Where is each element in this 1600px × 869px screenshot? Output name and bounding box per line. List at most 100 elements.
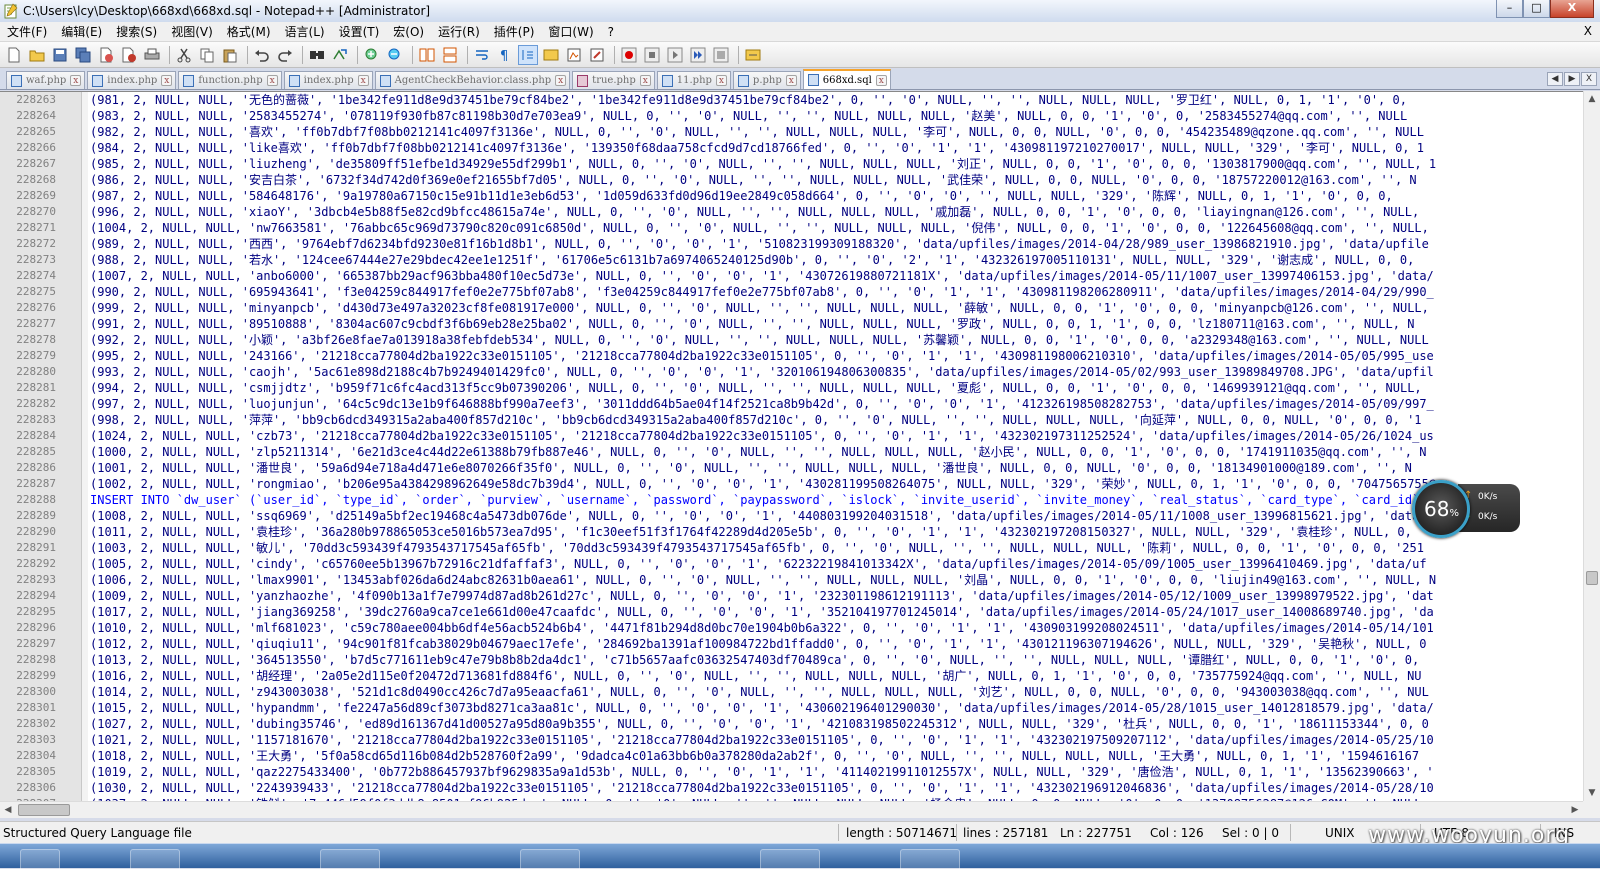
code-line[interactable]: 228281 (994, 2, NULL, NULL, 'csmjjdtz', '… <box>0 380 1580 396</box>
taskbar-app-button[interactable] <box>760 849 820 869</box>
find-icon[interactable] <box>307 45 327 65</box>
close-window-button[interactable]: X <box>1550 0 1594 18</box>
tab-close-icon[interactable]: x <box>639 75 651 86</box>
code-line[interactable]: 228286 (1001, 2, NULL, NULL, '潘世良', '59a6… <box>0 460 1580 476</box>
doc-map-icon[interactable] <box>564 45 584 65</box>
tab-next-button[interactable]: ▶ <box>1564 72 1580 86</box>
taskbar-app-button[interactable] <box>520 849 580 869</box>
close-all-icon[interactable] <box>119 45 139 65</box>
save-macro-icon[interactable] <box>711 45 731 65</box>
tab-close-icon[interactable]: x <box>715 75 727 86</box>
menu-view[interactable]: 视图(V) <box>164 23 220 40</box>
horizontal-scrollbar[interactable]: ◀ ▶ <box>0 801 1583 818</box>
save-icon[interactable] <box>50 45 70 65</box>
copy-icon[interactable] <box>197 45 217 65</box>
cut-icon[interactable] <box>174 45 194 65</box>
code-line[interactable]: 228302 (1027, 2, NULL, NULL, 'dubing35746… <box>0 716 1580 732</box>
code-line[interactable]: 228298 (1013, 2, NULL, NULL, '364513550',… <box>0 652 1580 668</box>
minimize-button[interactable]: – <box>1496 0 1523 18</box>
tab-close-icon[interactable]: x <box>555 75 567 86</box>
code-line[interactable]: 228277 (991, 2, NULL, NULL, '89510888', '… <box>0 316 1580 332</box>
save-all-icon[interactable] <box>73 45 93 65</box>
code-line[interactable]: 228269 (987, 2, NULL, NULL, '584648176', … <box>0 188 1580 204</box>
menu-macro[interactable]: 宏(O) <box>386 23 431 40</box>
code-line[interactable]: 228289 (1008, 2, NULL, NULL, 'ssq6969', '… <box>0 508 1580 524</box>
menu-window[interactable]: 窗口(W) <box>541 23 600 40</box>
tab-close-button[interactable]: X <box>1581 72 1597 86</box>
taskbar-app-button[interactable] <box>320 849 380 869</box>
menu-help[interactable]: ? <box>601 25 621 39</box>
record-macro-icon[interactable] <box>619 45 639 65</box>
scroll-left-icon[interactable]: ◀ <box>0 802 16 818</box>
restore-button[interactable]: □ <box>1523 0 1550 18</box>
code-line[interactable]: 228296 (1010, 2, NULL, NULL, 'mlf681023',… <box>0 620 1580 636</box>
close-file-icon[interactable] <box>96 45 116 65</box>
tab-waf-php[interactable]: waf.php x <box>6 71 86 89</box>
vertical-scroll-thumb[interactable] <box>1586 571 1598 585</box>
zoom-out-icon[interactable] <box>385 45 405 65</box>
menu-search[interactable]: 搜索(S) <box>109 23 164 40</box>
code-line[interactable]: 228263 (981, 2, NULL, NULL, '无色的蔷薇', '1be… <box>0 92 1580 108</box>
code-line[interactable]: 228268 (986, 2, NULL, NULL, '安吉白茶', '6732… <box>0 172 1580 188</box>
paste-icon[interactable] <box>220 45 240 65</box>
code-line[interactable]: 228280 (993, 2, NULL, NULL, 'caojh', '5ac… <box>0 364 1580 380</box>
code-line[interactable]: 228292 (1005, 2, NULL, NULL, 'cindy', 'c6… <box>0 556 1580 572</box>
code-line[interactable]: 228287 (1002, 2, NULL, NULL, 'rongmiao', … <box>0 476 1580 492</box>
code-line[interactable]: 228306 (1030, 2, NULL, NULL, '2243939433'… <box>0 780 1580 796</box>
code-line[interactable]: 228266 (984, 2, NULL, NULL, 'like喜欢', 'ff… <box>0 140 1580 156</box>
code-line[interactable]: 228273 (988, 2, NULL, NULL, '若水', '124cee… <box>0 252 1580 268</box>
tab-close-icon[interactable]: x <box>161 75 173 86</box>
function-list-icon[interactable] <box>587 45 607 65</box>
scroll-right-icon[interactable]: ▶ <box>1567 802 1583 818</box>
tab-index-php-2[interactable]: index.php x <box>283 71 373 89</box>
code-line[interactable]: 228283 (998, 2, NULL, NULL, '萍萍', 'bb9cb6… <box>0 412 1580 428</box>
code-line[interactable]: 228295 (1017, 2, NULL, NULL, 'jiang369258… <box>0 604 1580 620</box>
tab-agentcheckbehavior[interactable]: AgentCheckBehavior.class.php x <box>374 71 571 89</box>
tab-prev-button[interactable]: ◀ <box>1547 72 1563 86</box>
code-line[interactable]: 228282 (997, 2, NULL, NULL, 'luojunjun', … <box>0 396 1580 412</box>
code-line[interactable]: 228264 (983, 2, NULL, NULL, '2583455274',… <box>0 108 1580 124</box>
start-orb-icon[interactable] <box>20 849 60 869</box>
code-line[interactable]: 228297 (1012, 2, NULL, NULL, 'qiuqiu11', … <box>0 636 1580 652</box>
editor-pane[interactable]: 228263 (981, 2, NULL, NULL, '无色的蔷薇', '1be… <box>0 91 1600 801</box>
menu-settings[interactable]: 设置(T) <box>332 23 387 40</box>
zoom-in-icon[interactable] <box>362 45 382 65</box>
sync-vertical-icon[interactable] <box>417 45 437 65</box>
tab-close-icon[interactable]: x <box>70 75 82 86</box>
redo-icon[interactable] <box>275 45 295 65</box>
code-line[interactable]: 228294 (1009, 2, NULL, NULL, 'yanzhaozhe'… <box>0 588 1580 604</box>
code-line[interactable]: 228272 (989, 2, NULL, NULL, '西西', '9764eb… <box>0 236 1580 252</box>
sync-horizontal-icon[interactable] <box>440 45 460 65</box>
menu-run[interactable]: 运行(R) <box>431 23 487 40</box>
code-line[interactable]: 228291 (1003, 2, NULL, NULL, '敏儿', '70dd3… <box>0 540 1580 556</box>
horizontal-scroll-thumb[interactable] <box>18 804 70 816</box>
spellcheck-icon[interactable] <box>743 45 763 65</box>
tab-668xd-sql[interactable]: 668xd.sql x <box>802 69 891 89</box>
code-line[interactable]: 228265 (982, 2, NULL, NULL, '喜欢', 'ff0b7d… <box>0 124 1580 140</box>
code-line[interactable]: 228285 (1000, 2, NULL, NULL, 'zlp5211314'… <box>0 444 1580 460</box>
code-line[interactable]: 228278 (992, 2, NULL, NULL, '小颖', 'a3bf26… <box>0 332 1580 348</box>
code-line[interactable]: 228301 (1015, 2, NULL, NULL, 'hypandmm', … <box>0 700 1580 716</box>
tab-11-php[interactable]: 11.php x <box>656 71 731 89</box>
tab-function-php[interactable]: function.php x <box>178 71 282 89</box>
tab-close-icon[interactable]: x <box>785 75 797 86</box>
code-line[interactable]: 228300 (1014, 2, NULL, NULL, 'z943003038'… <box>0 684 1580 700</box>
code-line[interactable]: 228303 (1021, 2, NULL, NULL, '1157181670'… <box>0 732 1580 748</box>
code-line[interactable]: 228271 (1004, 2, NULL, NULL, 'nw7663581',… <box>0 220 1580 236</box>
show-all-chars-icon[interactable]: ¶ <box>495 45 515 65</box>
code-line[interactable]: 228299 (1016, 2, NULL, NULL, '胡经理', '2a05… <box>0 668 1580 684</box>
tab-true-php[interactable]: true.php x <box>572 71 655 89</box>
close-document-button[interactable]: X <box>1584 24 1592 38</box>
tab-close-icon[interactable]: x <box>875 74 887 86</box>
taskbar-app-button[interactable] <box>900 849 960 869</box>
tab-p-php[interactable]: p.php x <box>732 71 801 89</box>
menu-file[interactable]: 文件(F) <box>0 23 54 40</box>
code-line[interactable]: 228290 (1011, 2, NULL, NULL, '袁桂珍', '36a2… <box>0 524 1580 540</box>
undo-icon[interactable] <box>252 45 272 65</box>
word-wrap-icon[interactable] <box>472 45 492 65</box>
code-line[interactable]: 228284 (1024, 2, NULL, NULL, 'czb73', '21… <box>0 428 1580 444</box>
code-line[interactable]: 228274 (1007, 2, NULL, NULL, 'anbo6000', … <box>0 268 1580 284</box>
code-line[interactable]: 228293 (1006, 2, NULL, NULL, 'lmax9901', … <box>0 572 1580 588</box>
scroll-up-icon[interactable]: ▲ <box>1584 91 1600 107</box>
run-macro-multiple-icon[interactable] <box>688 45 708 65</box>
